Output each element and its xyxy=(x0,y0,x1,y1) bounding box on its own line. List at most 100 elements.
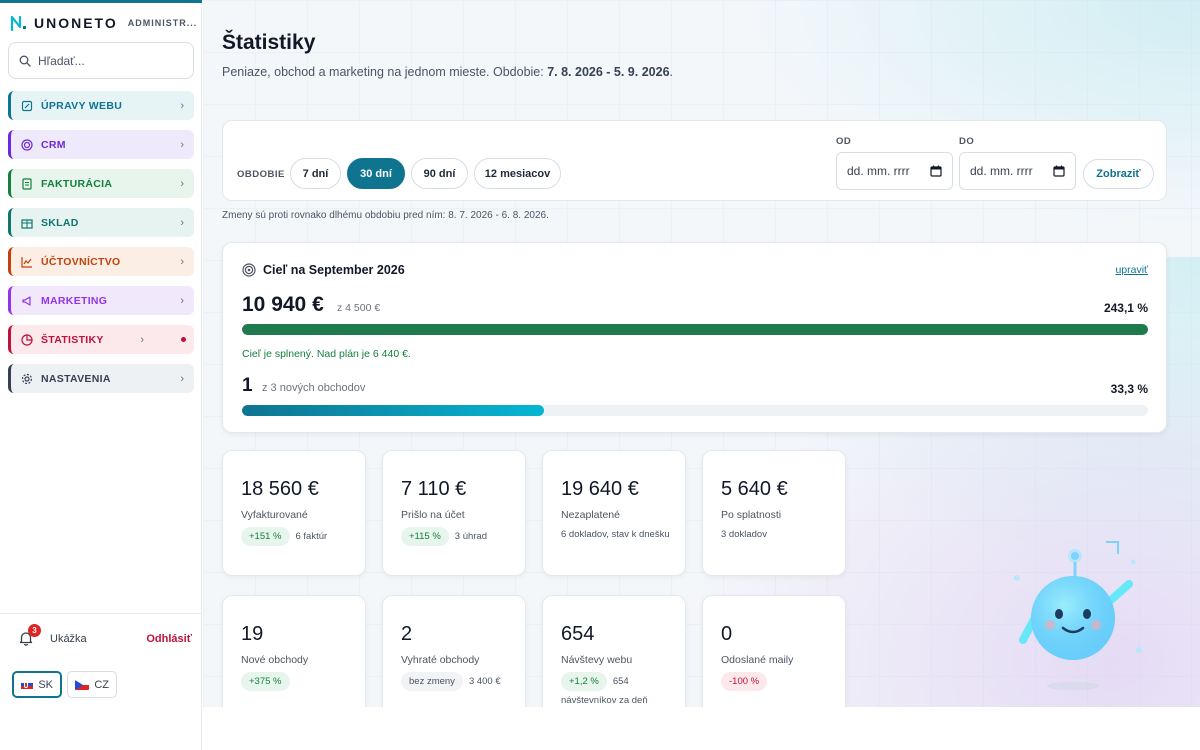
goal-revenue-amount: 10 940 € xyxy=(242,293,324,316)
date-to-input[interactable]: dd. mm. rrrr xyxy=(959,152,1076,190)
kpi-card-web-visits[interactable]: 654 Návštevy webu +1,2 % 654 návštevníko… xyxy=(542,595,686,707)
sidebar-item-marketing[interactable]: MARKETING › xyxy=(8,286,194,315)
brand-logo-icon xyxy=(10,15,26,32)
date-from-input[interactable]: dd. mm. rrrr xyxy=(836,152,953,190)
monthly-goal-card: Cieľ na September 2026 upraviť 10 940 € … xyxy=(222,242,1167,433)
invoice-icon xyxy=(22,177,32,190)
sidebar-item-label: CRM xyxy=(41,138,66,151)
sidebar-nav: ÚPRAVY WEBU › CRM › FAKTURÁCIA › SKLAD › ÚČTOVNÍ… xyxy=(8,91,194,403)
sidebar-item-sklad[interactable]: SKLAD › xyxy=(8,208,194,237)
target-icon xyxy=(242,263,256,277)
kpi-change-badge: +375 % xyxy=(241,672,290,691)
kpi-note: 3 úhrad xyxy=(454,531,488,542)
sidebar: UNONETO ADMINISTR... ÚPRAVY WEBU› CRM › FAK… xyxy=(0,0,202,750)
compare-note: Zmeny sú proti rovnako dlhému obdobiu pr… xyxy=(222,210,549,221)
kpi-label: Vyfakturované xyxy=(241,509,308,521)
user-name[interactable]: Ukážka xyxy=(50,633,87,645)
kpi-card-won-deals[interactable]: 2 Vyhraté obchody bez zmeny 3 400 € xyxy=(382,595,526,707)
kpi-card-sent-emails[interactable]: 0 Odoslané maily -100 % xyxy=(702,595,846,707)
language-cz-label: CZ xyxy=(94,678,109,691)
kpi-card-received[interactable]: 7 110 € Prišlo na účet +115 % 3 úhrad xyxy=(382,450,526,576)
page-subtitle: Peniaze, obchod a marketing na jednom mi… xyxy=(222,65,673,79)
kpi-note: 654 xyxy=(612,676,629,687)
chevron-right-icon: › xyxy=(180,255,184,268)
period-filter-card: OBDOBIE 7 dní 30 dní 90 dní 12 mesiacov … xyxy=(222,120,1167,201)
sidebar-item-label: FAKTURÁCIA xyxy=(41,177,113,190)
kpi-change-badge: +115 % xyxy=(401,527,449,546)
kpi-change-row: +375 % xyxy=(241,672,290,691)
kpi-value: 19 xyxy=(241,623,264,645)
sidebar-footer: 3 Ukážka Odhlásiť SK CZ xyxy=(0,613,202,698)
language-sk-label: SK xyxy=(38,678,53,691)
sidebar-item-fakturacia[interactable]: FAKTURÁCIA › xyxy=(8,169,194,198)
kpi-value: 19 640 € xyxy=(561,478,639,500)
kpi-label: Nové obchody xyxy=(241,654,309,666)
kpi-card-overdue[interactable]: 5 640 € Po splatnosti 3 dokladov xyxy=(702,450,846,576)
brand-name: UNONETO xyxy=(34,15,118,31)
goal-revenue-percent: 243,1 % xyxy=(1103,301,1148,315)
main-content: Štatistiky Peniaze, obchod a marketing n… xyxy=(203,0,1200,707)
period-90-days-button[interactable]: 90 dní xyxy=(411,158,468,189)
pie-icon xyxy=(21,333,33,346)
chevron-right-icon: › xyxy=(180,372,184,385)
search-box[interactable] xyxy=(8,42,194,79)
kpi-change-row: +151 % 6 faktúr xyxy=(241,527,327,546)
kpi-value: 2 xyxy=(401,623,413,645)
language-sk-button[interactable]: SK xyxy=(12,671,62,698)
calendar-icon[interactable] xyxy=(930,165,942,177)
period-label: OBDOBIE xyxy=(237,169,285,180)
kpi-value: 0 xyxy=(721,623,733,645)
chevron-right-icon: › xyxy=(180,99,184,112)
edit-icon xyxy=(21,100,33,111)
sidebar-item-crm[interactable]: CRM › xyxy=(8,130,194,159)
kpi-change-row: +1,2 % 654 xyxy=(561,672,629,691)
date-from-label: OD xyxy=(836,136,852,147)
period-12-months-button[interactable]: 12 mesiacov xyxy=(474,158,561,189)
kpi-card-new-deals[interactable]: 19 Nové obchody +375 % xyxy=(222,595,366,707)
kpi-value: 5 640 € xyxy=(721,478,788,500)
chevron-right-icon: › xyxy=(140,333,144,346)
page-period: 7. 8. 2026 - 5. 9. 2026 xyxy=(547,65,670,79)
sidebar-item-upravy-webu[interactable]: ÚPRAVY WEBU › xyxy=(8,91,194,120)
kpi-change-row: -100 % xyxy=(721,672,768,691)
goal-edit-link[interactable]: upraviť xyxy=(1115,264,1148,276)
kpi-note: 3 dokladov xyxy=(721,529,767,540)
sidebar-item-statistiky[interactable]: ŠTATISTIKY › xyxy=(8,325,194,354)
chevron-right-icon: › xyxy=(180,138,184,151)
sidebar-item-label: ÚČTOVNÍCTVO xyxy=(41,255,121,268)
sidebar-item-nastavenia[interactable]: NASTAVENIA › xyxy=(8,364,194,393)
megaphone-icon xyxy=(22,295,31,306)
goal-deals-progress xyxy=(242,405,1148,416)
logout-link[interactable]: Odhlásiť xyxy=(146,633,192,645)
goal-deals-count: 1 xyxy=(242,375,253,396)
date-to-placeholder: dd. mm. rrrr xyxy=(970,164,1033,178)
sidebar-item-label: SKLAD xyxy=(41,216,79,229)
kpi-label: Návštevy webu xyxy=(561,654,633,666)
notification-count-badge: 3 xyxy=(28,624,41,637)
search-input[interactable] xyxy=(38,53,178,68)
kpi-card-unpaid[interactable]: 19 640 € Nezaplatené 6 dokladov, stav k … xyxy=(542,450,686,576)
period-7-days-button[interactable]: 7 dní xyxy=(290,158,341,189)
period-30-days-button[interactable]: 30 dní xyxy=(347,158,405,189)
goal-deals-progress-fill xyxy=(242,405,544,416)
notifications-button[interactable]: 3 xyxy=(18,624,41,648)
kpi-value: 654 xyxy=(561,623,595,645)
brand-subtitle: ADMINISTR... xyxy=(127,18,198,28)
goal-revenue-target: z 4 500 € xyxy=(337,302,381,314)
page-title: Štatistiky xyxy=(222,31,316,54)
show-button[interactable]: Zobraziť xyxy=(1083,159,1154,189)
brand[interactable]: UNONETO ADMINISTR... xyxy=(10,14,197,32)
language-cz-button[interactable]: CZ xyxy=(67,671,117,698)
slovak-flag-icon xyxy=(21,679,34,690)
kpi-value: 18 560 € xyxy=(241,478,319,500)
sidebar-item-label: MARKETING xyxy=(41,294,108,307)
sidebar-item-uctovnictvo[interactable]: ÚČTOVNÍCTVO › xyxy=(8,247,194,276)
robot-mascot-illustration xyxy=(1014,541,1142,690)
kpi-card-invoiced[interactable]: 18 560 € Vyfakturované +151 % 6 faktúr xyxy=(222,450,366,576)
kpi-change-badge: +1,2 % xyxy=(561,672,607,691)
page-subtitle-end: . xyxy=(669,65,674,79)
date-to-label: DO xyxy=(959,136,975,147)
chart-line-icon xyxy=(21,256,32,268)
goal-deals-percent: 33,3 % xyxy=(1110,382,1148,396)
calendar-icon[interactable] xyxy=(1053,165,1065,177)
